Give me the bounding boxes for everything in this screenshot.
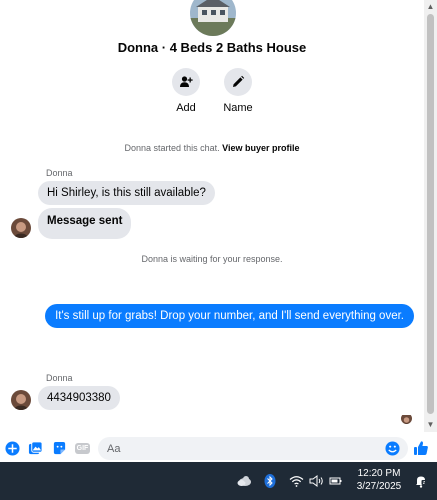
sender-avatar[interactable]	[11, 390, 31, 410]
battery-icon[interactable]	[328, 474, 344, 488]
incoming-message[interactable]: 4434903380	[38, 386, 120, 410]
outgoing-message[interactable]: It's still up for grabs! Drop your numbe…	[45, 304, 414, 328]
message-input-box[interactable]	[98, 437, 408, 460]
notification-icon[interactable]: z	[413, 474, 429, 488]
sender-avatar[interactable]	[11, 218, 31, 238]
chat-area: Donna · 4 Beds 2 Baths House Add Name Do…	[0, 0, 424, 432]
chat-started-text: Donna started this chat.	[124, 143, 220, 153]
view-buyer-profile-link[interactable]: View buyer profile	[222, 143, 299, 153]
clock-date: 3/27/2025	[356, 481, 402, 492]
sender-name: Donna	[46, 168, 73, 178]
messenger-window: Donna · 4 Beds 2 Baths House Add Name Do…	[0, 0, 437, 462]
incoming-message[interactable]: Message sent	[38, 208, 132, 239]
gif-label: GIF	[74, 442, 91, 454]
message-input[interactable]	[98, 437, 368, 460]
pencil-icon	[224, 68, 252, 96]
windows-taskbar: 12:20 PM 3/27/2025 z	[0, 462, 437, 500]
plus-icon[interactable]	[4, 440, 20, 456]
incoming-message[interactable]: Hi Shirley, is this still available?	[38, 181, 215, 205]
listing-photo-avatar[interactable]	[190, 0, 236, 36]
scroll-thumb[interactable]	[427, 14, 434, 414]
bluetooth-icon[interactable]	[262, 474, 278, 488]
conversation-title: Donna · 4 Beds 2 Baths House	[117, 40, 307, 55]
scroll-up-icon[interactable]: ▲	[426, 2, 435, 11]
sticker-icon[interactable]	[51, 440, 67, 456]
cloud-weather-icon[interactable]	[236, 474, 252, 488]
clock-time: 12:20 PM	[357, 468, 401, 479]
system-clock[interactable]: 12:20 PM 3/27/2025	[350, 467, 408, 493]
waiting-notice: Donna is waiting for your response.	[141, 254, 283, 264]
emoji-icon[interactable]	[384, 440, 400, 456]
name-button[interactable]: Name	[210, 68, 266, 114]
add-label: Add	[176, 102, 196, 114]
scroll-down-icon[interactable]: ▼	[426, 420, 435, 429]
name-label: Name	[223, 102, 253, 114]
scrollbar[interactable]: ▲ ▼	[424, 0, 437, 432]
message-composer: GIF	[0, 434, 437, 462]
add-button[interactable]: Add	[158, 68, 214, 114]
photo-icon[interactable]	[27, 440, 43, 456]
thumbs-up-icon[interactable]	[413, 440, 429, 456]
wifi-icon[interactable]	[288, 474, 304, 488]
speaker-icon[interactable]	[308, 474, 324, 488]
add-person-icon	[172, 68, 200, 96]
chat-started-notice: Donna started this chat. View buyer prof…	[0, 143, 424, 153]
seen-indicator-avatar	[401, 413, 412, 424]
sender-name: Donna	[46, 373, 73, 383]
gif-icon[interactable]: GIF	[74, 440, 91, 456]
